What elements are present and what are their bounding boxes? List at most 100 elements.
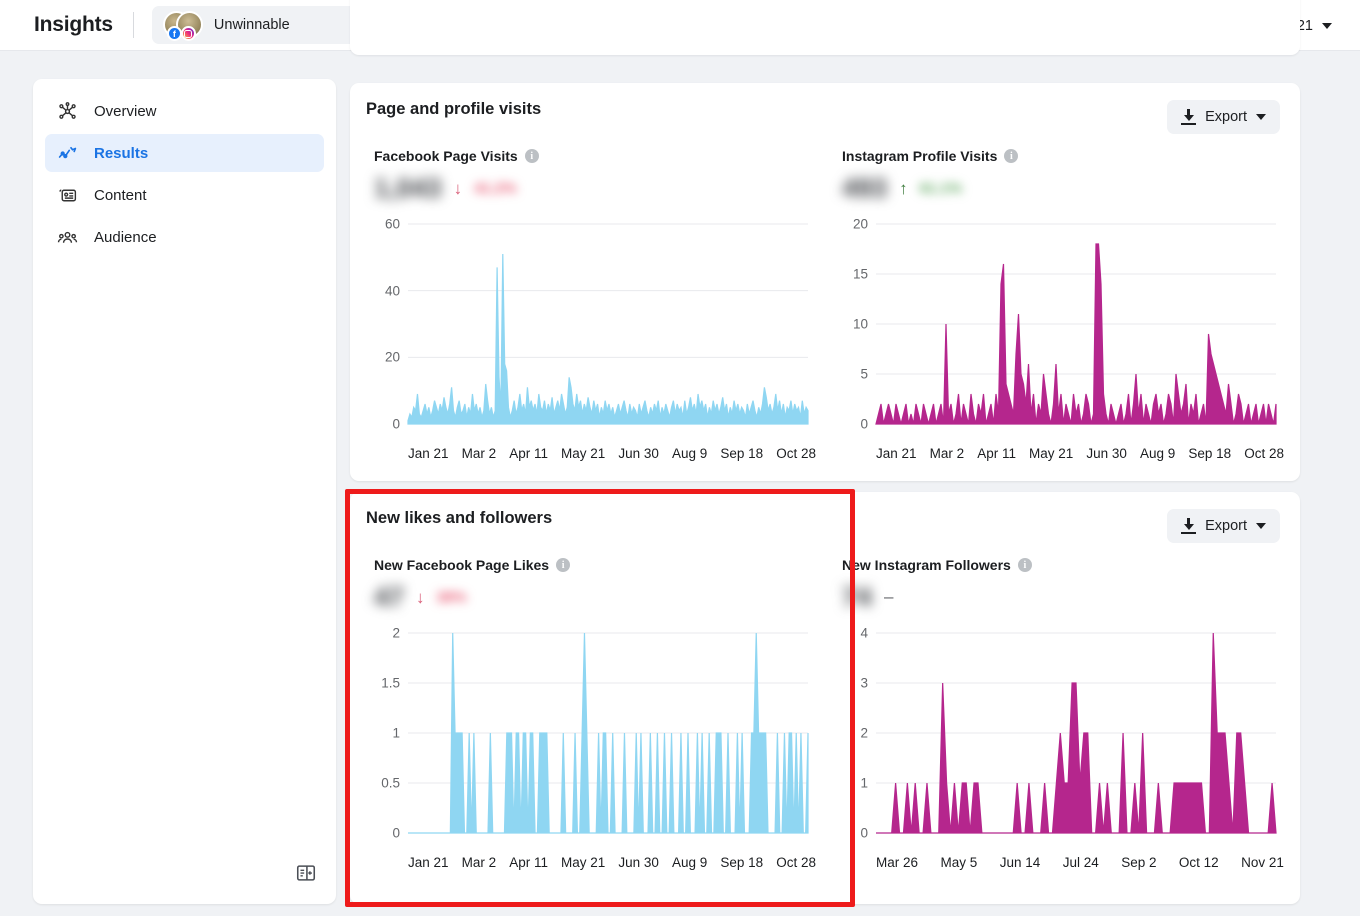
- x-axis-labels: Jan 21Mar 2Apr 11May 21Jun 30Aug 9Sep 18…: [876, 446, 1284, 461]
- y-axis-tick-label: 60: [366, 217, 400, 232]
- y-axis-tick-label: 4: [834, 626, 868, 641]
- x-axis-tick-label: Oct 12: [1179, 855, 1219, 870]
- trend-percent: 38%: [437, 589, 467, 606]
- card-page-and-profile-visits: Page and profile visits Export Facebook …: [350, 83, 1300, 481]
- x-axis-tick-label: Sep 18: [720, 446, 763, 461]
- x-axis-tick-label: Jan 21: [408, 446, 449, 461]
- previous-card-edge: [350, 0, 1300, 55]
- metric-label: Instagram Profile Visits i: [842, 148, 1284, 164]
- card-title: New likes and followers: [366, 509, 552, 528]
- x-axis-tick-label: Jun 30: [1086, 446, 1127, 461]
- x-axis-tick-label: May 21: [561, 855, 605, 870]
- x-axis-tick-label: Mar 2: [930, 446, 965, 461]
- info-icon[interactable]: i: [1018, 558, 1032, 572]
- trend-up-icon: ↑: [899, 180, 908, 197]
- avatar: f: [163, 11, 203, 39]
- metric-label-text: New Instagram Followers: [842, 557, 1011, 573]
- card-header: New likes and followers Export: [350, 492, 1300, 543]
- x-axis-tick-label: May 21: [561, 446, 605, 461]
- chart-facebook-page-visits: 0204060Jan 21Mar 2Apr 11May 21Jun 30Aug …: [366, 216, 816, 461]
- x-axis-tick-label: Sep 18: [720, 855, 763, 870]
- y-axis-tick-label: 5: [834, 367, 868, 382]
- export-button[interactable]: Export: [1167, 100, 1280, 134]
- metric-label: New Facebook Page Likes i: [374, 557, 816, 573]
- card-panes: Facebook Page Visits i 1,043 ↓ 41.2% 020…: [350, 134, 1300, 461]
- collapse-sidebar-icon[interactable]: [293, 860, 319, 886]
- y-axis-tick-label: 0: [366, 417, 400, 432]
- page-title: Insights: [34, 13, 113, 37]
- x-axis-tick-label: Mar 2: [462, 446, 497, 461]
- info-icon[interactable]: i: [556, 558, 570, 572]
- x-axis-tick-label: Sep 18: [1188, 446, 1231, 461]
- chevron-down-icon[interactable]: [1256, 114, 1266, 120]
- metric-label: Facebook Page Visits i: [374, 148, 816, 164]
- x-axis-tick-label: Aug 9: [672, 855, 707, 870]
- metric-label-text: Facebook Page Visits: [374, 148, 518, 164]
- x-axis-labels: Jan 21Mar 2Apr 11May 21Jun 30Aug 9Sep 18…: [408, 855, 816, 870]
- trend-percent: 61.1%: [920, 180, 963, 197]
- card-title: Page and profile visits: [366, 100, 541, 119]
- export-button[interactable]: Export: [1167, 509, 1280, 543]
- results-linechart-icon: [57, 143, 78, 164]
- chart-plot-area: [366, 216, 816, 430]
- x-axis-labels: Jan 21Mar 2Apr 11May 21Jun 30Aug 9Sep 18…: [408, 446, 816, 461]
- x-axis-tick-label: Aug 9: [1140, 446, 1175, 461]
- export-button-label: Export: [1205, 518, 1247, 534]
- sidebar-item-audience[interactable]: Audience: [45, 218, 324, 256]
- metric-value: 493: [842, 173, 887, 204]
- sidebar-item-label: Results: [94, 145, 148, 162]
- download-icon: [1181, 518, 1196, 534]
- metric-label-text: Instagram Profile Visits: [842, 148, 997, 164]
- info-icon[interactable]: i: [525, 149, 539, 163]
- y-axis-tick-label: 0.5: [366, 776, 400, 791]
- sidebar-item-content[interactable]: Content: [45, 176, 324, 214]
- y-axis-tick-label: 10: [834, 317, 868, 332]
- sidebar: Overview Results: [33, 79, 336, 904]
- export-button-label: Export: [1205, 109, 1247, 125]
- sidebar-item-results[interactable]: Results: [45, 134, 324, 172]
- chevron-down-icon[interactable]: [1256, 523, 1266, 529]
- x-axis-tick-label: Oct 28: [776, 855, 816, 870]
- x-axis-tick-label: Jun 30: [618, 446, 659, 461]
- info-icon[interactable]: i: [1004, 149, 1018, 163]
- y-axis-tick-label: 1.5: [366, 676, 400, 691]
- x-axis-labels: Mar 26May 5Jun 14Jul 24Sep 2Oct 12Nov 21: [876, 855, 1284, 870]
- metric-label-text: New Facebook Page Likes: [374, 557, 549, 573]
- content-card-icon: [57, 185, 78, 206]
- chart-series-area: [408, 254, 808, 424]
- card-panes: New Facebook Page Likes i 47 ↓ 38% 00.51…: [350, 543, 1300, 870]
- metric-label: New Instagram Followers i: [842, 557, 1284, 573]
- chart-plot-area: [366, 625, 816, 839]
- x-axis-tick-label: Jul 24: [1063, 855, 1099, 870]
- x-axis-tick-label: Aug 9: [672, 446, 707, 461]
- y-axis-tick-label: 40: [366, 283, 400, 298]
- x-axis-tick-label: Apr 11: [509, 855, 548, 870]
- pane-facebook-page-visits: Facebook Page Visits i 1,043 ↓ 41.2% 020…: [358, 134, 826, 461]
- pane-new-instagram-followers: New Instagram Followers i 74 – 01234Mar …: [826, 543, 1294, 870]
- x-axis-tick-label: Apr 11: [977, 446, 1016, 461]
- overview-network-icon: [57, 101, 78, 122]
- y-axis-tick-label: 0: [834, 417, 868, 432]
- card-header: Page and profile visits Export: [350, 83, 1300, 134]
- x-axis-tick-label: May 21: [1029, 446, 1073, 461]
- x-axis-tick-label: Sep 2: [1121, 855, 1156, 870]
- download-icon: [1181, 109, 1196, 125]
- chevron-down-icon[interactable]: [1322, 23, 1332, 29]
- y-axis-tick-label: 20: [834, 217, 868, 232]
- sidebar-item-label: Content: [94, 187, 147, 204]
- facebook-badge-icon: f: [167, 26, 182, 41]
- audience-people-icon: [57, 227, 78, 248]
- divider: [133, 12, 134, 38]
- chart-new-facebook-page-likes: 00.511.52Jan 21Mar 2Apr 11May 21Jun 30Au…: [366, 625, 816, 870]
- sidebar-item-label: Overview: [94, 103, 157, 120]
- trend-none-dash: –: [884, 587, 893, 607]
- trend-down-icon: ↓: [416, 589, 425, 606]
- y-axis-tick-label: 15: [834, 267, 868, 282]
- sidebar-nav: Overview Results: [33, 79, 336, 256]
- main-content: Page and profile visits Export Facebook …: [350, 0, 1302, 916]
- chart-series-area: [876, 244, 1276, 424]
- sidebar-item-overview[interactable]: Overview: [45, 92, 324, 130]
- pane-instagram-profile-visits: Instagram Profile Visits i 493 ↑ 61.1% 0…: [826, 134, 1294, 461]
- x-axis-tick-label: May 5: [940, 855, 977, 870]
- y-axis-tick-label: 0: [366, 826, 400, 841]
